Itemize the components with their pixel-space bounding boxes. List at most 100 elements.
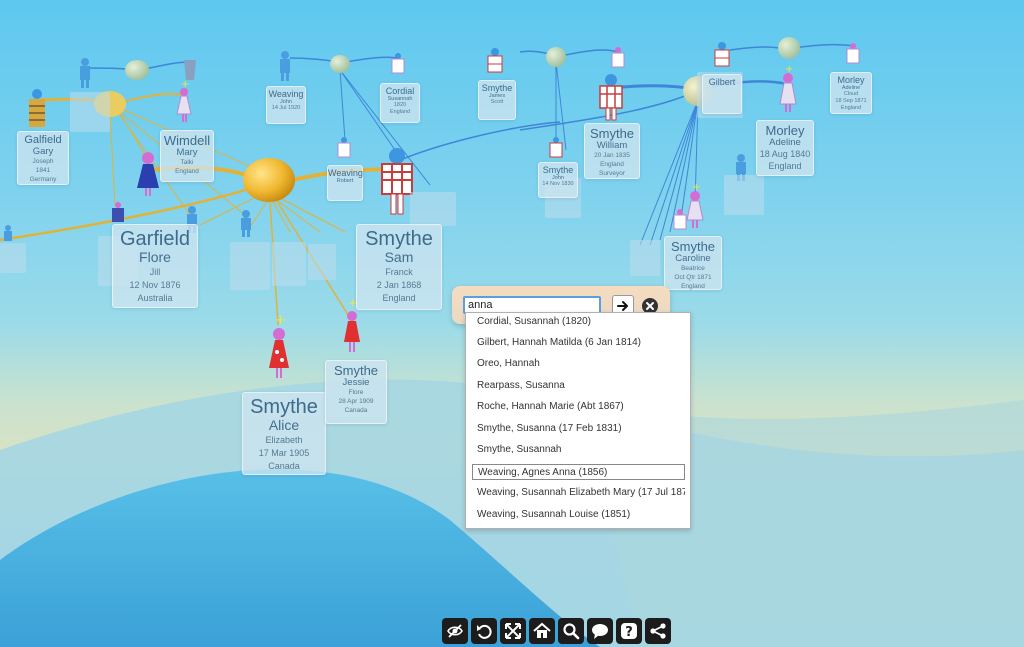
person-card-smythe-james[interactable]: Smythe James Scott xyxy=(478,80,516,120)
family-node-sphere xyxy=(778,37,800,59)
background-card xyxy=(308,244,336,280)
birth-place: Germany xyxy=(29,175,57,183)
background-card xyxy=(272,242,306,286)
family-node-sphere xyxy=(243,158,295,202)
surname: Wimdell xyxy=(163,133,211,148)
hide-button[interactable] xyxy=(442,618,468,644)
birth-place: England xyxy=(389,109,411,116)
search-result-item[interactable]: Oreo, Hannah xyxy=(472,356,685,372)
surname: Gilbert xyxy=(708,77,736,87)
search-result-item[interactable]: Weaving, Susannah Louise (1851) xyxy=(472,507,685,523)
birth-date: 20 Jan 1835 xyxy=(594,152,630,160)
fit-screen-button[interactable] xyxy=(500,618,526,644)
person-card-smythe-alice[interactable]: Smythe Alice Elizabeth 17 Mar 1905 Canad… xyxy=(242,392,326,475)
surname: Weaving xyxy=(328,168,363,178)
person-card-smythe-william[interactable]: Smythe William 20 Jan 1835 England Surve… xyxy=(584,123,640,179)
first-name: Jessie xyxy=(342,376,370,388)
surname: Smythe xyxy=(589,126,635,141)
comment-button[interactable] xyxy=(587,618,613,644)
person-card-wimdell-mary[interactable]: Wimdell Mary Talki England xyxy=(160,130,214,182)
middle-name: Jill xyxy=(149,267,161,278)
surname: Cordial xyxy=(385,86,415,96)
person-figure-male xyxy=(29,89,45,127)
middle-name: Cloud xyxy=(843,91,859,98)
person-card-smythe-caroline[interactable]: Smythe Caroline Beatrice Oct Qtr 1871 En… xyxy=(664,236,722,290)
surname: Morley xyxy=(765,123,805,138)
search-result-item[interactable]: Cordial, Susannah (1820) xyxy=(472,314,685,330)
person-card-galfield-gary[interactable]: Galfield Gary Joseph 1841 Germany xyxy=(17,131,69,185)
person-figure-female: + xyxy=(686,182,704,228)
background-card xyxy=(724,175,764,215)
first-name: Caroline xyxy=(675,252,711,264)
person-card-smythe-jessie[interactable]: Smythe Jessie Flore 28 Apr 1909 Canada xyxy=(325,360,387,424)
search-result-item[interactable]: Roche, Hannah Marie (Abt 1867) xyxy=(472,399,685,415)
svg-text:+: + xyxy=(275,313,286,328)
comment-icon xyxy=(592,624,608,639)
birth-place: England xyxy=(681,282,705,290)
home-button[interactable] xyxy=(529,618,555,644)
search-result-item[interactable]: Rearpass, Susanna xyxy=(472,378,685,394)
birth-place: England xyxy=(382,292,416,303)
background-card xyxy=(230,242,270,290)
help-icon: ? xyxy=(621,623,637,640)
surname: Smythe xyxy=(670,239,716,254)
surname: Smythe xyxy=(365,228,433,250)
person-card-morley-adeline-2[interactable]: Morley Adeline Cloud 18 Sep 1871 England xyxy=(830,72,872,114)
birth-place: Canada xyxy=(344,406,368,414)
person-card-garfield-flore[interactable]: Garfield Flore Jill 12 Nov 1876 Australi… xyxy=(112,224,198,308)
search-result-item-highlighted[interactable]: Weaving, Agnes Anna (1856) xyxy=(472,464,685,480)
birth-date: 1820 xyxy=(393,102,407,109)
search-result-item[interactable]: Smythe, Susannah xyxy=(472,442,685,458)
background-card xyxy=(70,92,110,132)
share-button[interactable] xyxy=(645,618,671,644)
background-card xyxy=(630,240,660,276)
surname: Smythe xyxy=(333,363,379,378)
birth-place: Australia xyxy=(137,292,173,303)
family-node-sphere xyxy=(330,55,350,73)
help-button[interactable]: ? xyxy=(616,618,642,644)
home-icon xyxy=(533,622,551,638)
person-card-gilbert[interactable]: Gilbert xyxy=(702,74,742,114)
person-card-morley-adeline[interactable]: Morley Adeline 18 Aug 1840 England xyxy=(756,120,814,176)
surname: Smythe xyxy=(542,165,574,175)
first-name: Sam xyxy=(384,249,414,265)
first-name: Robert xyxy=(336,178,354,185)
birth-place: England xyxy=(768,160,802,171)
person-figure-male xyxy=(381,148,413,215)
birth-date: 14 Jul 1920 xyxy=(271,105,301,112)
search-result-item[interactable]: Gilbert, Hannah Matilda (6 Jan 1814) xyxy=(472,335,685,351)
surname: Garfield xyxy=(119,228,191,250)
first-name: Adeline xyxy=(769,136,801,148)
middle-name: Beatrice xyxy=(681,265,705,273)
surname: Morley xyxy=(837,75,865,85)
middle-name: Elizabeth xyxy=(265,435,303,446)
middle-name: Joseph xyxy=(32,157,54,165)
person-figure-female: + xyxy=(779,64,797,112)
middle-name: Flore xyxy=(348,389,364,397)
background-card xyxy=(410,192,456,226)
birth-date: 14 Nov 1830 xyxy=(542,181,574,188)
undo-button[interactable] xyxy=(471,618,497,644)
birth-date: 28 Apr 1909 xyxy=(338,397,374,405)
person-card-smythe-sam[interactable]: Smythe Sam Franck 2 Jan 1868 England xyxy=(356,224,442,310)
hide-icon xyxy=(447,624,463,638)
person-card-weaving-robert[interactable]: Weaving Robert xyxy=(327,165,363,201)
birth-place: England xyxy=(600,160,624,168)
search-result-item[interactable]: Smythe, Susanna (17 Feb 1831) xyxy=(472,421,685,437)
first-name: Flore xyxy=(139,249,171,265)
person-card-weaving-john[interactable]: Weaving John 14 Jul 1920 xyxy=(266,86,306,124)
first-name: Gary xyxy=(32,145,54,157)
birth-place: Scott xyxy=(490,99,504,106)
birth-place: Canada xyxy=(268,460,300,471)
birth-date: Oct Qtr 1871 xyxy=(674,273,712,281)
person-card-smythe-john[interactable]: Smythe John 14 Nov 1830 xyxy=(538,162,578,198)
person-card-cordial-susannah[interactable]: Cordial Susannah 1820 England xyxy=(380,83,420,123)
search-icon xyxy=(563,623,580,640)
svg-text:?: ? xyxy=(625,625,633,640)
birth-date: 18 Sep 1871 xyxy=(835,98,867,105)
search-results-dropdown: Cordial, Susannah (1820) Gilbert, Hannah… xyxy=(465,312,691,529)
search-result-item[interactable]: Weaving, Susannah Elizabeth Mary (17 Jul… xyxy=(472,485,685,501)
search-button[interactable] xyxy=(558,618,584,644)
surname: Smythe xyxy=(250,396,318,418)
share-icon xyxy=(650,623,666,639)
